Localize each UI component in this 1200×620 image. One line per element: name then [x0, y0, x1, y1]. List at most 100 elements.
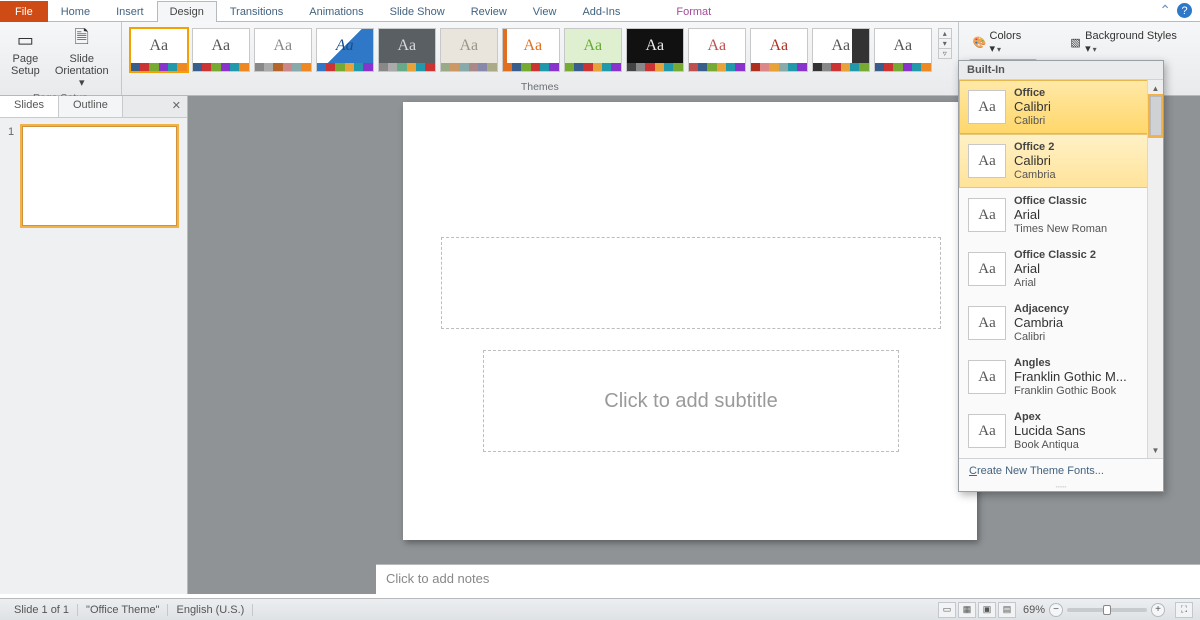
font-major: Calibri — [1014, 154, 1056, 168]
zoom-fit-button[interactable]: ⛶ — [1175, 602, 1193, 618]
theme-item[interactable]: Aa — [378, 28, 436, 72]
font-scheme-item[interactable]: Aa Office Classic 2 Arial Arial — [959, 242, 1163, 296]
panel-tab-outline[interactable]: Outline — [59, 96, 123, 117]
font-major: Arial — [1014, 262, 1096, 276]
theme-item[interactable]: Aa — [502, 28, 560, 72]
subtitle-placeholder[interactable]: Click to add subtitle — [483, 350, 899, 452]
background-styles-button[interactable]: ▧Background Styles ▾ — [1065, 28, 1188, 57]
tab-view[interactable]: View — [520, 1, 570, 22]
font-swatch-icon: Aa — [968, 306, 1006, 340]
font-scheme-item[interactable]: Aa Office Calibri Calibri — [959, 80, 1163, 134]
font-scheme-item[interactable]: Aa Office Classic Arial Times New Roman — [959, 188, 1163, 242]
font-minor: Arial — [1014, 276, 1096, 290]
tab-format[interactable]: Format — [663, 1, 724, 22]
font-scheme-name: Angles — [1014, 356, 1127, 370]
fonts-panel-header: Built-In — [959, 61, 1163, 80]
font-minor: Times New Roman — [1014, 222, 1107, 236]
fonts-panel-body: Aa Office Calibri Calibri Aa Office 2 Ca… — [959, 80, 1163, 458]
theme-item[interactable]: Aa — [688, 28, 746, 72]
tab-file[interactable]: File — [0, 1, 48, 22]
scroll-down-icon[interactable]: ▼ — [1148, 442, 1163, 458]
ribbon-tabbar: File Home Insert Design Transitions Anim… — [0, 0, 1200, 22]
zoom-slider[interactable] — [1067, 608, 1147, 612]
page-setup-button[interactable]: ▭ Page Setup — [4, 24, 47, 80]
zoom-out-button[interactable]: − — [1049, 603, 1063, 617]
font-minor: Franklin Gothic Book — [1014, 384, 1127, 398]
font-scheme-name: Office Classic 2 — [1014, 248, 1096, 262]
font-swatch-icon: Aa — [968, 198, 1006, 232]
slide-thumbnail[interactable] — [22, 126, 177, 226]
font-minor: Cambria — [1014, 168, 1056, 182]
zoom-slider-thumb[interactable] — [1103, 605, 1111, 615]
theme-item[interactable]: Aa — [626, 28, 684, 72]
font-swatch-icon: Aa — [968, 252, 1006, 286]
colors-button[interactable]: 🎨Colors ▾ — [969, 28, 1037, 57]
font-swatch-icon: Aa — [968, 360, 1006, 394]
tab-animations[interactable]: Animations — [296, 1, 376, 22]
font-scheme-item[interactable]: Aa Angles Franklin Gothic M... Franklin … — [959, 350, 1163, 404]
zoom-in-button[interactable]: + — [1151, 603, 1165, 617]
help-icon[interactable]: ? — [1177, 3, 1192, 18]
font-scheme-name: Office Classic — [1014, 194, 1107, 208]
theme-item[interactable]: Aa — [130, 28, 188, 72]
view-slideshow-button[interactable]: ▤ — [998, 602, 1016, 618]
group-themes: Aa Aa Aa Aa Aa Aa Aa Aa Aa Aa Aa Aa Aa ▴… — [122, 22, 959, 95]
group-page-setup: ▭ Page Setup 🗎 Slide Orientation ▾ Page … — [0, 22, 122, 95]
font-minor: Book Antiqua — [1014, 438, 1086, 452]
view-reading-button[interactable]: ▣ — [978, 602, 996, 618]
view-normal-button[interactable]: ▭ — [938, 602, 956, 618]
tab-addins[interactable]: Add-Ins — [569, 1, 633, 22]
tab-slideshow[interactable]: Slide Show — [377, 1, 458, 22]
view-sorter-button[interactable]: ▦ — [958, 602, 976, 618]
font-scheme-name: Apex — [1014, 410, 1086, 424]
font-swatch-icon: Aa — [968, 144, 1006, 178]
font-minor: Calibri — [1014, 330, 1069, 344]
create-new-theme-fonts[interactable]: Create New Theme Fonts... — [959, 458, 1163, 483]
slide-number: 1 — [8, 126, 18, 138]
font-major: Arial — [1014, 208, 1107, 222]
font-scheme-item[interactable]: Aa Apex Lucida Sans Book Antiqua — [959, 404, 1163, 458]
status-language[interactable]: English (U.S.) — [168, 604, 253, 616]
colors-icon: 🎨 — [973, 36, 987, 50]
tab-review[interactable]: Review — [458, 1, 520, 22]
scroll-thumb[interactable] — [1150, 96, 1162, 136]
font-scheme-item[interactable]: Aa Adjacency Cambria Calibri — [959, 296, 1163, 350]
fonts-panel-scrollbar[interactable]: ▲ ▼ — [1147, 80, 1163, 458]
theme-item[interactable]: Aa — [750, 28, 808, 72]
notes-pane[interactable]: Click to add notes — [376, 564, 1200, 594]
panel-resize-grip[interactable]: ┄┄ — [959, 483, 1163, 491]
theme-item[interactable]: Aa — [440, 28, 498, 72]
theme-item[interactable]: Aa — [192, 28, 250, 72]
theme-item[interactable]: Aa — [874, 28, 932, 72]
font-swatch-icon: Aa — [968, 90, 1006, 124]
status-theme: "Office Theme" — [78, 604, 168, 616]
fonts-dropdown-panel: Built-In Aa Office Calibri Calibri Aa Of… — [958, 60, 1164, 492]
title-placeholder[interactable] — [441, 237, 941, 329]
slide[interactable]: Click to add subtitle — [403, 102, 977, 540]
zoom-value: 69% — [1023, 604, 1045, 616]
slide-orientation-button[interactable]: 🗎 Slide Orientation ▾ — [47, 24, 117, 92]
tab-transitions[interactable]: Transitions — [217, 1, 296, 22]
theme-item[interactable]: Aa — [564, 28, 622, 72]
font-major: Cambria — [1014, 316, 1069, 330]
font-minor: Calibri — [1014, 114, 1051, 128]
scroll-up-icon[interactable]: ▲ — [1148, 80, 1163, 96]
theme-gallery-more[interactable]: ▴▾▿ — [938, 28, 952, 59]
page-setup-icon: ▭ — [11, 27, 39, 53]
font-scheme-item[interactable]: Aa Office 2 Calibri Cambria — [959, 134, 1163, 188]
tab-design[interactable]: Design — [157, 1, 217, 22]
theme-gallery: Aa Aa Aa Aa Aa Aa Aa Aa Aa Aa Aa Aa Aa ▴… — [126, 24, 954, 81]
slide-thumb-row: 1 — [8, 126, 179, 226]
panel-tab-slides[interactable]: Slides — [0, 96, 59, 117]
panel-close-button[interactable]: ✕ — [166, 96, 187, 117]
tab-insert[interactable]: Insert — [103, 1, 157, 22]
theme-item[interactable]: Aa — [254, 28, 312, 72]
theme-item[interactable]: Aa — [812, 28, 870, 72]
theme-item[interactable]: Aa — [316, 28, 374, 72]
tab-home[interactable]: Home — [48, 1, 103, 22]
slides-panel: Slides Outline ✕ 1 — [0, 96, 188, 594]
font-scheme-name: Office 2 — [1014, 140, 1056, 154]
minimize-ribbon-icon[interactable]: ⌃ — [1159, 2, 1171, 19]
status-slide-count: Slide 1 of 1 — [6, 604, 78, 616]
font-swatch-icon: Aa — [968, 414, 1006, 448]
